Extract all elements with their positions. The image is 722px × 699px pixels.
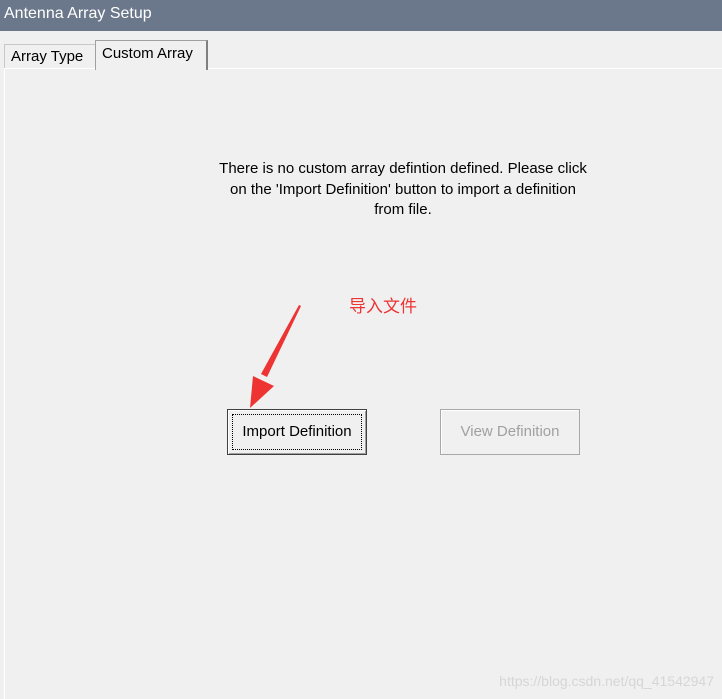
view-definition-label: View Definition <box>460 423 560 440</box>
view-definition-button[interactable]: View Definition <box>440 409 580 455</box>
watermark-text: https://blog.csdn.net/qq_41542947 <box>499 673 714 689</box>
title-bar: Antenna Array Setup <box>0 0 722 31</box>
no-definition-message: There is no custom array defintion defin… <box>219 160 587 218</box>
red-arrow-icon <box>250 305 301 408</box>
import-file-annotation: 导入文件 <box>349 297 417 317</box>
tab-strip: Array Type Custom Array <box>0 31 722 70</box>
focus-rectangle <box>232 414 362 450</box>
import-definition-button[interactable]: Import Definition <box>227 409 367 455</box>
tab-custom-array[interactable]: Custom Array <box>95 40 208 70</box>
antenna-array-setup-window: Antenna Array Setup Array Type Custom Ar… <box>0 0 722 699</box>
tab-array-type[interactable]: Array Type <box>4 44 95 69</box>
window-title: Antenna Array Setup <box>4 5 152 22</box>
